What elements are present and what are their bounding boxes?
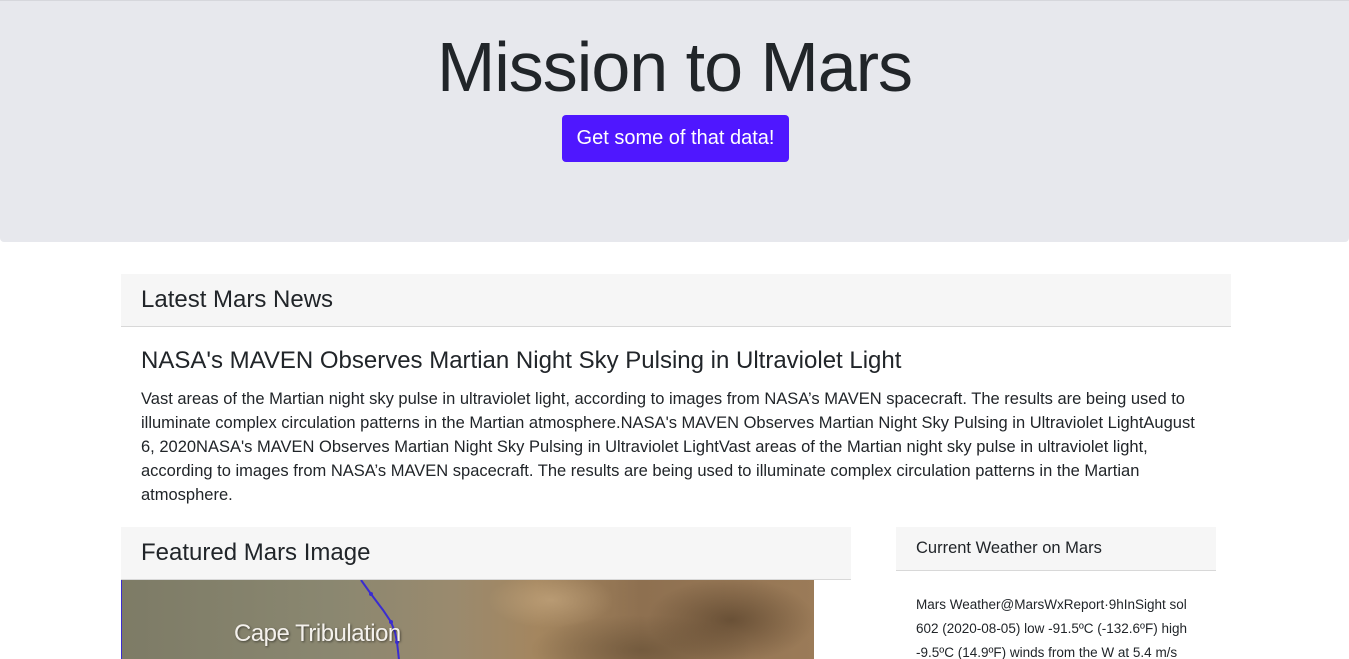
news-section-title: Latest Mars News bbox=[141, 286, 334, 313]
page-title: Mission to Mars bbox=[436, 28, 913, 106]
featured-image-caption: Cape Tribulation bbox=[234, 620, 401, 647]
news-body-text: Vast areas of the Martian night sky puls… bbox=[141, 390, 1195, 504]
weather-card-header: Current Weather on Mars bbox=[896, 527, 1216, 571]
featured-mars-image[interactable]: Cape Tribulation bbox=[121, 580, 814, 659]
weather-card: Current Weather on Mars Mars Weather@Mar… bbox=[896, 527, 1216, 659]
featured-section-title: Featured Mars Image bbox=[141, 539, 371, 566]
news-card-header: Latest Mars News bbox=[121, 274, 1231, 327]
news-card: Latest Mars News NASA's MAVEN Observes M… bbox=[121, 274, 1231, 504]
weather-report-text: Mars Weather@MarsWxReport·9hInSight sol … bbox=[916, 597, 1188, 659]
featured-image-card: Featured Mars Image Cape Tribulation bbox=[121, 527, 851, 659]
weather-section-title: Current Weather on Mars bbox=[916, 539, 1102, 557]
scrape-data-button[interactable]: Get some of that data! bbox=[562, 115, 789, 162]
jumbotron-header: Mission to Mars Get some of that data! bbox=[0, 0, 1349, 242]
featured-card-header: Featured Mars Image bbox=[121, 527, 851, 580]
rover-route-overlay bbox=[121, 580, 400, 659]
news-headline: NASA's MAVEN Observes Martian Night Sky … bbox=[141, 347, 902, 374]
